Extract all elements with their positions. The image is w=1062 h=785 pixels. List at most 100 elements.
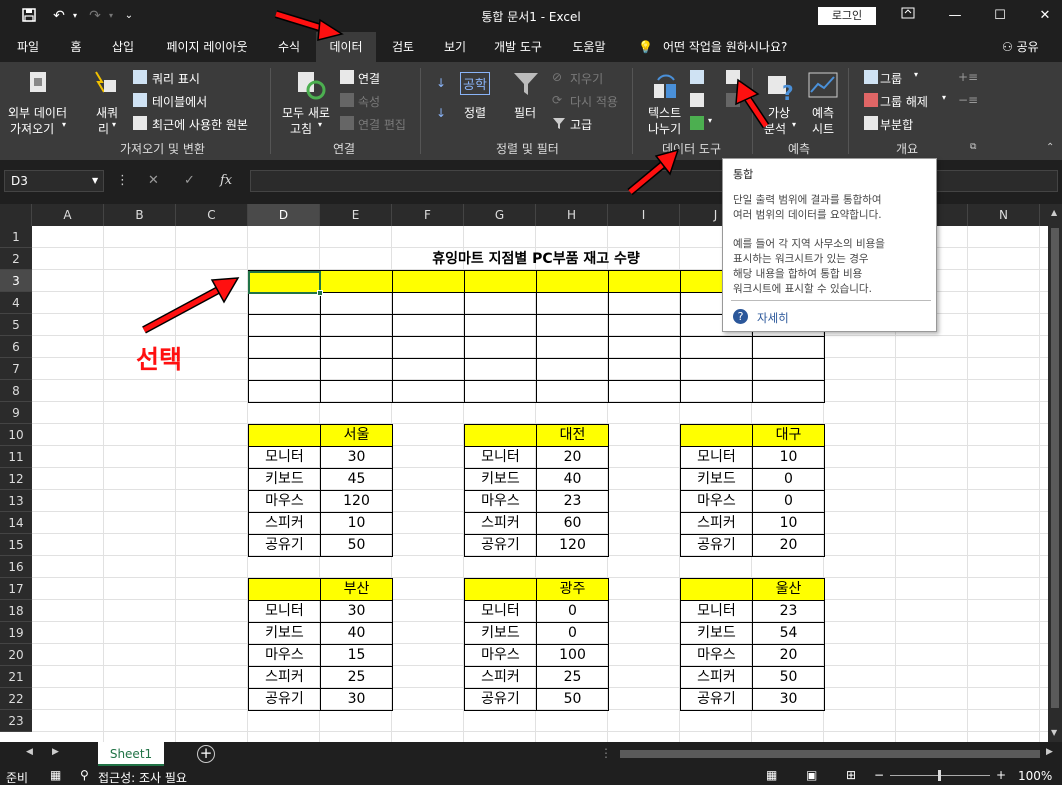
row-header-12[interactable]: 12 (0, 468, 32, 490)
column-header-a[interactable]: A (32, 204, 104, 226)
row-header-2[interactable]: 2 (0, 248, 32, 270)
page-layout-view-icon[interactable]: ▣ (806, 768, 817, 782)
item-name[interactable]: 키보드 (464, 622, 537, 645)
text-to-columns-line1[interactable]: 텍스트 (648, 104, 681, 121)
summary-table-cell[interactable] (320, 270, 393, 293)
add-sheet-icon[interactable]: + (197, 745, 215, 763)
accessibility-icon[interactable]: ⚲ (80, 768, 89, 782)
item-name[interactable]: 마우스 (680, 490, 753, 513)
item-qty[interactable]: 10 (320, 512, 393, 535)
item-qty[interactable]: 20 (752, 534, 825, 557)
summary-table-cell[interactable] (752, 380, 825, 403)
summary-table-cell[interactable] (608, 380, 681, 403)
tab-help[interactable]: 도움말 (562, 32, 616, 62)
branch-name[interactable]: 대구 (752, 424, 825, 447)
row-header-1[interactable]: 1 (0, 226, 32, 248)
row-header-5[interactable]: 5 (0, 314, 32, 336)
row-header-22[interactable]: 22 (0, 688, 32, 710)
row-header-8[interactable]: 8 (0, 380, 32, 402)
item-qty[interactable]: 50 (752, 666, 825, 689)
item-name[interactable]: 공유기 (464, 534, 537, 557)
scroll-sheets-left-icon[interactable]: ◀ (26, 747, 33, 757)
row-header-4[interactable]: 4 (0, 292, 32, 314)
zoom-out-icon[interactable]: − (874, 768, 884, 782)
branch-name[interactable]: 광주 (536, 578, 609, 601)
normal-view-icon[interactable]: ▦ (766, 768, 777, 782)
summary-table-cell[interactable] (536, 270, 609, 293)
recent-sources-button[interactable]: 최근에 사용한 원본 (152, 116, 248, 133)
summary-table-cell[interactable] (248, 292, 321, 315)
row-header-11[interactable]: 11 (0, 446, 32, 468)
item-name[interactable]: 모니터 (680, 600, 753, 623)
summary-table-cell[interactable] (608, 314, 681, 337)
vertical-scroll-thumb[interactable] (1051, 228, 1059, 708)
item-name[interactable]: 키보드 (680, 468, 753, 491)
close-icon[interactable]: ✕ (1030, 4, 1060, 28)
item-qty[interactable]: 25 (536, 666, 609, 689)
item-qty[interactable]: 23 (536, 490, 609, 513)
insert-function-icon[interactable]: fx (220, 173, 232, 188)
item-qty[interactable]: 100 (536, 644, 609, 667)
column-header-b[interactable]: B (104, 204, 176, 226)
new-query-line2[interactable]: 리 (98, 120, 109, 137)
summary-table-cell[interactable] (464, 358, 537, 381)
maximize-icon[interactable]: ☐ (985, 4, 1015, 28)
row-header-21[interactable]: 21 (0, 666, 32, 688)
summary-table-cell[interactable] (608, 336, 681, 359)
collapse-ribbon-icon[interactable]: ⌃ (1046, 142, 1054, 153)
column-header-d[interactable]: D (248, 204, 320, 226)
item-qty[interactable]: 30 (320, 446, 393, 469)
branch-name[interactable]: 서울 (320, 424, 393, 447)
summary-table-cell[interactable] (392, 314, 465, 337)
row-header-15[interactable]: 15 (0, 534, 32, 556)
tab-view[interactable]: 보기 (432, 32, 478, 62)
column-header-i[interactable]: I (608, 204, 680, 226)
row-header-20[interactable]: 20 (0, 644, 32, 666)
item-qty[interactable]: 30 (752, 688, 825, 711)
connections-button[interactable]: 연결 (358, 70, 380, 87)
item-name[interactable]: 공유기 (464, 688, 537, 711)
branch-header-blank[interactable] (464, 424, 537, 447)
summary-table-cell[interactable] (392, 292, 465, 315)
forecast-sheet-line2[interactable]: 시트 (812, 120, 834, 137)
row-header-3[interactable]: 3 (0, 270, 32, 292)
row-header-16[interactable]: 16 (0, 556, 32, 578)
item-name[interactable]: 마우스 (464, 490, 537, 513)
summary-table-cell[interactable] (320, 292, 393, 315)
item-name[interactable]: 스피커 (464, 512, 537, 535)
row-header-7[interactable]: 7 (0, 358, 32, 380)
item-name[interactable]: 공유기 (680, 688, 753, 711)
item-name[interactable]: 스피커 (464, 666, 537, 689)
page-break-view-icon[interactable]: ⊞ (846, 768, 856, 782)
summary-table-cell[interactable] (536, 358, 609, 381)
item-name[interactable]: 모니터 (464, 446, 537, 469)
reapply-button[interactable]: 다시 적용 (570, 93, 618, 110)
item-qty[interactable]: 60 (536, 512, 609, 535)
summary-table-cell[interactable] (464, 314, 537, 337)
item-qty[interactable]: 20 (536, 446, 609, 469)
item-qty[interactable]: 10 (752, 446, 825, 469)
column-header-e[interactable]: E (320, 204, 392, 226)
summary-table-cell[interactable] (536, 336, 609, 359)
item-qty[interactable]: 120 (320, 490, 393, 513)
tell-me-box[interactable]: 💡 어떤 작업을 원하시나요? (638, 32, 787, 62)
summary-table-cell[interactable] (536, 380, 609, 403)
branch-header-blank[interactable] (464, 578, 537, 601)
scroll-sheets-right-icon[interactable]: ▶ (52, 747, 59, 757)
group-button[interactable]: 그룹 (880, 70, 902, 87)
item-name[interactable]: 스피커 (248, 512, 321, 535)
cancel-icon[interactable]: ✕ (148, 173, 159, 188)
summary-table-cell[interactable] (464, 380, 537, 403)
summary-table-cell[interactable] (392, 358, 465, 381)
refresh-all-line2[interactable]: 고침 (290, 120, 312, 137)
flash-fill-icon[interactable] (690, 70, 704, 84)
row-header-6[interactable]: 6 (0, 336, 32, 358)
tab-file[interactable]: 파일 (6, 32, 50, 62)
item-qty[interactable]: 0 (752, 468, 825, 491)
vertical-scrollbar[interactable]: ▲ ▼ (1048, 204, 1062, 742)
data-validation-icon[interactable] (690, 116, 704, 130)
sort-z-to-a-icon[interactable]: ↓ (436, 106, 446, 120)
dialog-launcher-icon[interactable]: ⧉ (970, 142, 976, 152)
scroll-right-icon[interactable]: ▶ (1046, 747, 1053, 757)
row-header-18[interactable]: 18 (0, 600, 32, 622)
